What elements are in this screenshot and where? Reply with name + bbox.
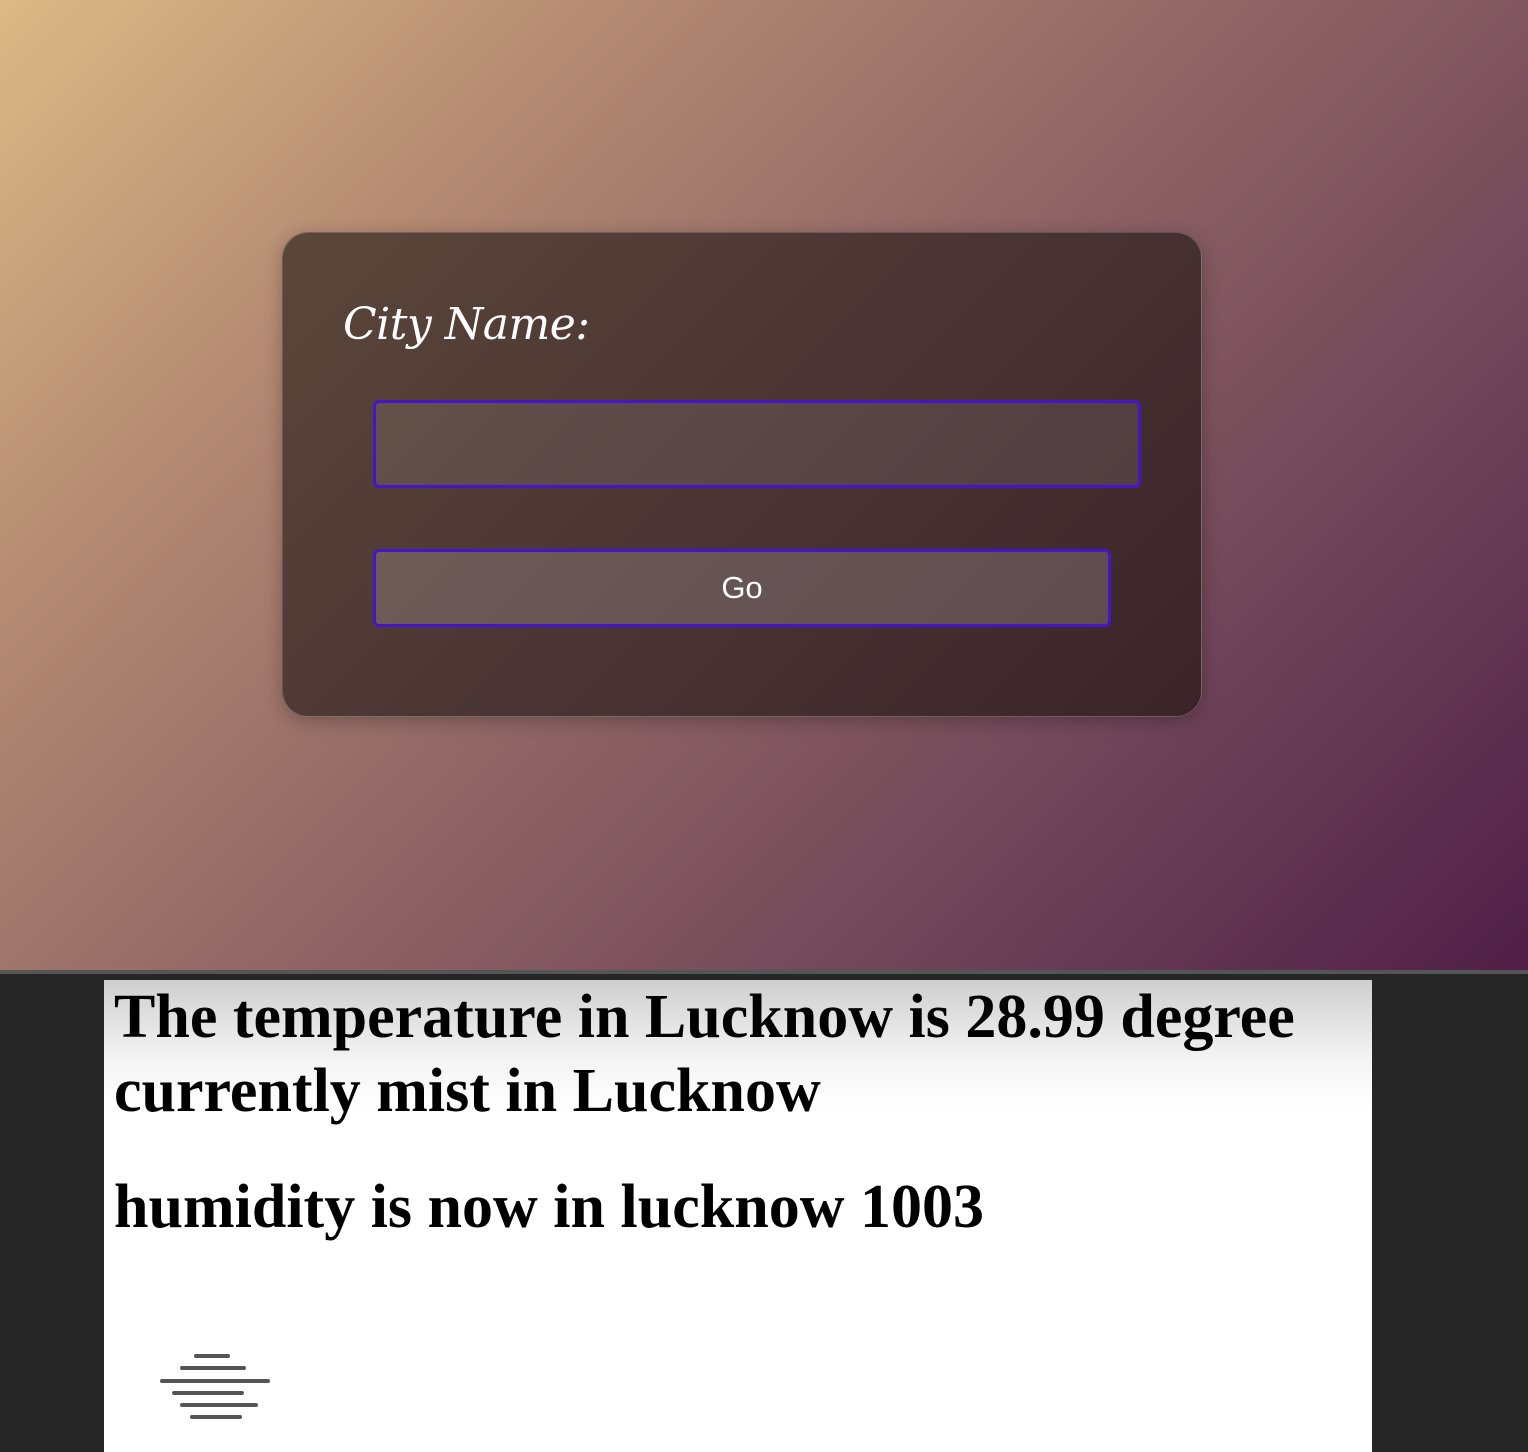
temperature-text: The temperature in Lucknow is 28.99 degr…	[114, 983, 1295, 1125]
hero-section: City Name: Go	[0, 0, 1528, 970]
weather-results: The temperature in Lucknow is 28.99 degr…	[104, 980, 1372, 1452]
go-button[interactable]: Go	[373, 549, 1111, 627]
divider	[0, 970, 1528, 974]
city-search-card: City Name: Go	[282, 232, 1202, 717]
humidity-text: humidity is now in lucknow 1003	[114, 1173, 984, 1241]
city-name-label: City Name:	[343, 299, 590, 350]
city-name-input[interactable]	[373, 400, 1141, 488]
mist-icon	[160, 1354, 270, 1419]
